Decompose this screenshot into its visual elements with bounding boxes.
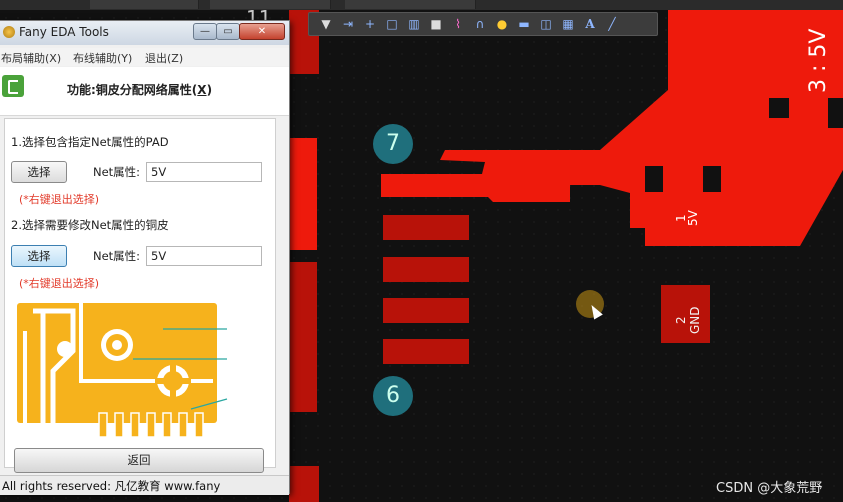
copper-net-field[interactable]: 5V [146, 246, 262, 266]
pad-net-field[interactable]: 5V [146, 162, 262, 182]
minimize-button[interactable]: — [193, 23, 217, 40]
line-icon[interactable]: ╱ [601, 14, 623, 34]
menu-bar: 布局辅助(X) 布线辅助(Y) 退出(Z) [0, 48, 289, 66]
right-click-hint: (*右键退出选择) [19, 277, 100, 290]
net-label: Net属性: [93, 165, 141, 179]
function-header: 功能:铜皮分配网络属性(X) [0, 67, 289, 116]
step1-label: 1.选择包含指定Net属性的PAD [11, 135, 169, 149]
back-button[interactable]: 返回 [14, 448, 264, 473]
maximize-button[interactable]: ▭ [216, 23, 240, 40]
dialog-titlebar[interactable]: Fany EDA Tools — ▭ ✕ [0, 21, 289, 45]
designator-marker: 6 [373, 376, 413, 416]
right-click-hint: (*右键退出选择) [19, 193, 100, 206]
active-bar-toolbar: ▼ ⇥ + □ ▥ ■ ⌇ ∩ ● ▬ ◫ ▦ A ╱ [308, 12, 658, 36]
select-pad-button[interactable]: 选择 [11, 161, 67, 183]
fill-icon[interactable]: ▬ [513, 14, 535, 34]
crosshair-icon[interactable]: + [359, 14, 381, 34]
dimension-icon[interactable]: ▦ [557, 14, 579, 34]
filter-icon[interactable]: ▼ [315, 14, 337, 34]
component-icon[interactable]: ■ [425, 14, 447, 34]
fany-logo-icon [2, 75, 24, 97]
pad-net-label: 5V [686, 210, 700, 226]
select-copper-button[interactable]: 选择 [11, 245, 67, 267]
pcb-illustration [13, 301, 229, 439]
text-icon[interactable]: A [579, 14, 601, 34]
step2-label: 2.选择需要修改Net属性的铜皮 [11, 218, 169, 232]
rectangle-icon[interactable]: □ [381, 14, 403, 34]
route-icon[interactable]: ⌇ [447, 14, 469, 34]
close-button[interactable]: ✕ [239, 23, 285, 40]
silk-net-label: 3 : 5V [806, 28, 831, 93]
app-icon [3, 26, 15, 38]
via-icon[interactable]: ● [491, 14, 513, 34]
fany-eda-dialog: Fany EDA Tools — ▭ ✕ 布局辅助(X) 布线辅助(Y) 退出(… [0, 20, 290, 495]
watermark: CSDN @大象荒野 [716, 481, 823, 496]
function-title: 功能:铜皮分配网络属性(X) [67, 83, 213, 97]
status-bar: All rights reserved: 凡亿教育 www.fany [0, 475, 289, 495]
polygon-icon[interactable]: ◫ [535, 14, 557, 34]
net-label: Net属性: [93, 249, 141, 263]
designator-marker: 7 [373, 124, 413, 164]
menu-routing-assist[interactable]: 布线辅助(Y) [73, 50, 132, 66]
diff-pair-icon[interactable]: ∩ [469, 14, 491, 34]
align-icon[interactable]: ▥ [403, 14, 425, 34]
menu-exit[interactable]: 退出(Z) [145, 50, 183, 66]
pad-number: 2 [674, 316, 688, 324]
dialog-title: Fany EDA Tools [19, 25, 109, 39]
pad-net-label: GND [688, 306, 702, 334]
select-icon[interactable]: ⇥ [337, 14, 359, 34]
menu-layout-assist[interactable]: 布局辅助(X) [1, 50, 61, 66]
